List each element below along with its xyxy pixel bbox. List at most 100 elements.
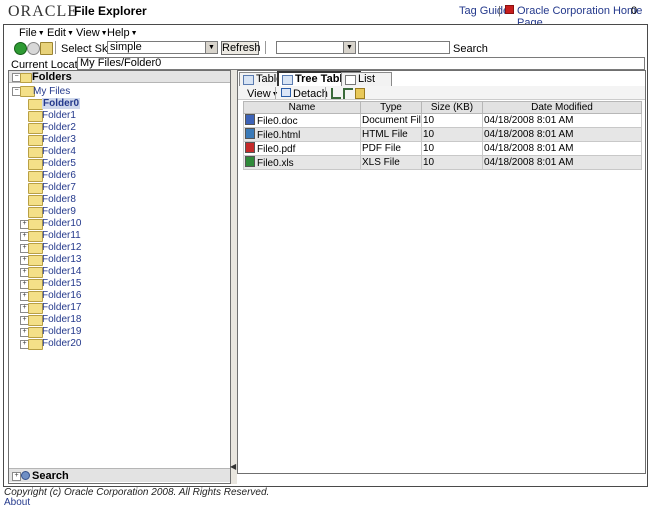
detach-icon[interactable] — [281, 88, 291, 97]
collapse-all-icon[interactable] — [343, 88, 353, 99]
folder-icon — [28, 111, 43, 122]
folder-icon — [28, 315, 43, 326]
tag-guide-link[interactable]: Tag Guide — [459, 5, 509, 17]
folder-icon — [28, 147, 43, 158]
menu-file[interactable]: File▼ — [19, 27, 45, 39]
detach-button[interactable]: Detach — [293, 88, 328, 100]
folder-up-icon[interactable] — [40, 42, 53, 55]
folders-header-icon — [20, 73, 32, 83]
folder-icon — [28, 159, 43, 170]
cell-type: Document File — [360, 113, 422, 128]
table-row[interactable]: File0.doc Document File 10 04/18/2008 8:01 … — [243, 113, 642, 128]
chevron-down-icon[interactable]: ▼ — [343, 42, 355, 53]
oracle-home-icon[interactable] — [505, 5, 514, 14]
tree-item-folder[interactable]: Folder20 — [42, 338, 81, 349]
folder-icon — [28, 219, 43, 230]
menubar: File▼ Edit▼ View▼ Help▼ — [4, 26, 647, 40]
table-row[interactable]: File0.xls XLS File 10 04/18/2008 8:01 AM — [243, 155, 642, 170]
back-icon[interactable] — [14, 42, 27, 55]
folder-icon — [28, 135, 43, 146]
tree-item-folder[interactable]: Folder5 — [42, 158, 76, 169]
tree-item-folder[interactable]: Folder17 — [42, 302, 81, 313]
tab-list[interactable]: List — [341, 72, 392, 86]
tree-item-folder[interactable]: Folder14 — [42, 266, 81, 277]
expand-all-icon[interactable] — [331, 88, 341, 99]
search-button[interactable]: Search — [453, 43, 488, 55]
file-name[interactable]: File0.xls — [257, 158, 294, 169]
view-menu[interactable]: View▼ — [247, 88, 279, 100]
chevron-down-icon[interactable]: ▼ — [205, 42, 217, 53]
tree-item-folder[interactable]: Folder6 — [42, 170, 76, 181]
tree-item-folder[interactable]: Folder8 — [42, 194, 76, 205]
tree-item-folder[interactable]: Folder13 — [42, 254, 81, 265]
chevron-down-icon: ▼ — [37, 30, 45, 37]
column-header-date[interactable]: Date Modified — [482, 101, 642, 114]
tree-item-folder[interactable]: Folder12 — [42, 242, 81, 253]
menu-view[interactable]: View▼ — [76, 27, 108, 39]
file-name[interactable]: File0.html — [257, 130, 300, 141]
list-icon — [345, 75, 356, 85]
tree-item-folder-selected[interactable]: Folder0 — [42, 98, 81, 109]
tree-item-folder[interactable]: Folder16 — [42, 290, 81, 301]
cell-name: File0.pdf — [243, 141, 361, 156]
menu-help[interactable]: Help▼ — [107, 27, 138, 39]
folder-icon — [28, 123, 43, 134]
tree-item-my-files[interactable]: My Files — [33, 86, 70, 97]
menu-edit[interactable]: Edit▼ — [47, 27, 74, 39]
refresh-button[interactable]: Refresh — [221, 41, 261, 55]
tree-item-folder[interactable]: Folder7 — [42, 182, 76, 193]
toolbar-divider — [55, 41, 56, 54]
tree-item-folder[interactable]: Folder4 — [42, 146, 76, 157]
folder-icon — [28, 231, 43, 242]
cell-name: File0.doc — [243, 113, 361, 128]
cell-size: 10 — [421, 127, 483, 142]
column-header-size[interactable]: Size (KB) — [421, 101, 483, 114]
column-header-name[interactable]: Name — [243, 101, 361, 114]
chevron-down-icon: ▼ — [130, 30, 138, 37]
cell-date: 04/18/2008 8:01 AM — [482, 127, 642, 142]
tree-item-folder[interactable]: Folder1 — [42, 110, 76, 121]
toolbar-divider — [275, 87, 276, 99]
tree-item-folder[interactable]: Folder3 — [42, 134, 76, 145]
folder-icon — [28, 195, 43, 206]
oracle-logo: ORACLE — [8, 3, 78, 20]
cell-size: 10 — [421, 155, 483, 170]
folder-icon — [28, 255, 43, 266]
menu-edit-label: Edit — [47, 27, 66, 39]
tree-item-folder[interactable]: Folder18 — [42, 314, 81, 325]
cell-name: File0.xls — [243, 155, 361, 170]
show-as-top-icon[interactable] — [355, 88, 365, 99]
current-location-field[interactable]: My Files/Folder0 — [77, 57, 645, 70]
search-scope-select[interactable]: ▼ — [276, 41, 356, 54]
file-name[interactable]: File0.doc — [257, 116, 298, 127]
column-header-type[interactable]: Type — [360, 101, 422, 114]
folder-icon — [28, 291, 43, 302]
collapse-arrow-icon[interactable]: ◀ — [230, 462, 236, 471]
html-icon — [245, 128, 255, 139]
toolbar-divider — [265, 41, 266, 54]
view-menu-label: View — [247, 88, 271, 100]
folder-icon — [28, 327, 43, 338]
tree-item-folder[interactable]: Folder19 — [42, 326, 81, 337]
search-input[interactable] — [358, 41, 450, 54]
file-name[interactable]: File0.pdf — [257, 144, 295, 155]
skin-select[interactable]: simple ▼ — [107, 41, 218, 54]
toolbar-divider — [325, 87, 326, 99]
tree-item-folder[interactable]: Folder11 — [42, 230, 81, 241]
folder-icon — [28, 243, 43, 254]
tree-item-folder[interactable]: Folder15 — [42, 278, 81, 289]
forward-icon[interactable] — [27, 42, 40, 55]
cell-date: 04/18/2008 8:01 AM — [482, 141, 642, 156]
cell-type: HTML File — [360, 127, 422, 142]
tree-item-folder[interactable]: Folder10 — [42, 218, 81, 229]
app-title: File Explorer — [74, 4, 147, 18]
tree-item-folder[interactable]: Folder2 — [42, 122, 76, 133]
table-row[interactable]: File0.html HTML File 10 04/18/2008 8:01 AM — [243, 127, 642, 142]
about-link[interactable]: About — [4, 497, 30, 508]
table-row[interactable]: File0.pdf PDF File 10 04/18/2008 8:01 AM — [243, 141, 642, 156]
expand-icon[interactable]: + — [12, 472, 21, 481]
cell-date: 04/18/2008 8:01 AM — [482, 113, 642, 128]
tree-item-folder[interactable]: Folder9 — [42, 206, 76, 217]
search-panel-title: Search — [32, 470, 69, 482]
cell-type: XLS File — [360, 155, 422, 170]
